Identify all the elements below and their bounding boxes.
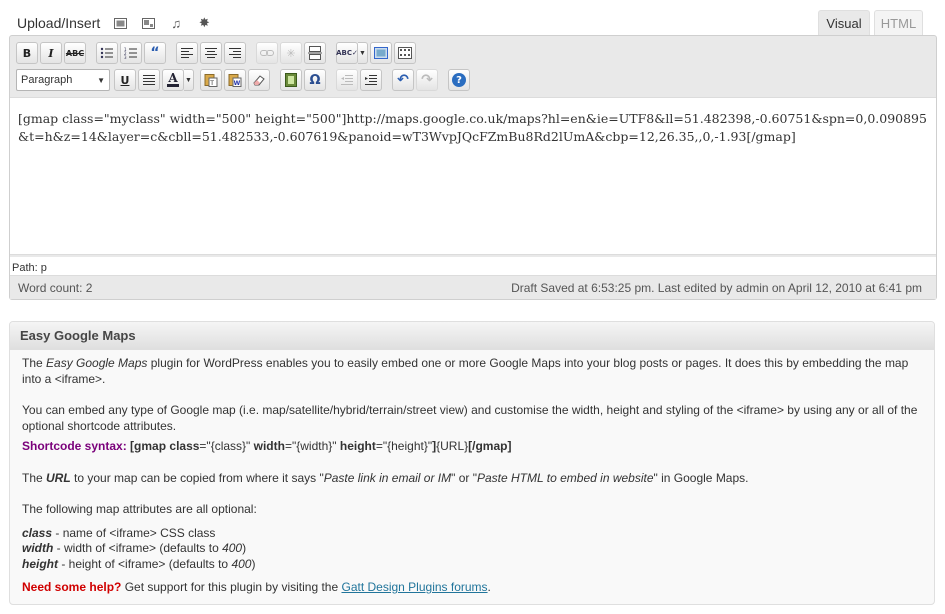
intro-paragraph: The Easy Google Maps plugin for WordPres… — [22, 356, 909, 386]
align-right-button[interactable] — [224, 42, 246, 64]
format-select-value: Paragraph — [21, 74, 73, 86]
clear-formatting-button[interactable] — [248, 69, 270, 91]
justify-button[interactable] — [138, 69, 160, 91]
embed-paragraph: You can embed any type of Google map (i.… — [22, 403, 918, 433]
svg-text:3: 3 — [124, 55, 127, 59]
special-character-button[interactable]: Ω — [304, 69, 326, 91]
paste-text-button[interactable]: T — [200, 69, 222, 91]
attribute-height: height - height of <iframe> (defaults to… — [22, 556, 256, 571]
visual-editor: B I ABC 123 “ ✳ ABC✓ ▼ Paragraph ▼ U A ▼… — [9, 35, 937, 300]
svg-text:T: T — [209, 80, 214, 87]
svg-text:W: W — [234, 80, 241, 87]
word-count: Word count: 2 — [18, 281, 93, 295]
chevron-down-icon: ▼ — [97, 75, 105, 85]
tab-visual[interactable]: Visual — [818, 10, 870, 36]
fullscreen-button[interactable] — [370, 42, 392, 64]
editor-content[interactable]: [gmap class="myclass" width="500" height… — [10, 97, 936, 255]
attributes-intro: The following map attributes are all opt… — [22, 502, 257, 516]
upload-insert-bar: Upload/Insert ♫ ✸ — [17, 13, 224, 33]
undo-button[interactable]: ↶ — [392, 69, 414, 91]
spellcheck-button[interactable]: ABC✓ — [336, 42, 358, 64]
text-color-button[interactable]: A — [162, 69, 184, 91]
add-image-icon[interactable] — [112, 15, 128, 31]
draft-status: Draft Saved at 6:53:25 pm. Last edited b… — [511, 281, 922, 295]
paste-word-button[interactable]: W — [224, 69, 246, 91]
toolbar-row-2: Paragraph ▼ U A ▼ T W Ω ↶ ↷ ? — [16, 69, 472, 91]
indent-button[interactable] — [360, 69, 382, 91]
help-paragraph: Need some help? Get support for this plu… — [22, 580, 491, 594]
help-icon: ? — [452, 73, 466, 87]
metabox-body: The Easy Google Maps plugin for WordPres… — [10, 350, 934, 602]
outdent-button[interactable] — [336, 69, 358, 91]
italic-button[interactable]: I — [40, 42, 62, 64]
bold-button[interactable]: B — [16, 42, 38, 64]
kitchen-sink-button[interactable] — [394, 42, 416, 64]
insert-more-tag-button[interactable] — [304, 42, 326, 64]
blockquote-button[interactable]: “ — [144, 42, 166, 64]
add-video-icon[interactable] — [140, 15, 156, 31]
easy-google-maps-metabox: Easy Google Maps The Easy Google Maps pl… — [9, 321, 935, 605]
spellcheck-dropdown-icon[interactable]: ▼ — [358, 42, 368, 64]
tab-html[interactable]: HTML — [874, 10, 923, 36]
text-color-dropdown-icon[interactable]: ▼ — [184, 69, 194, 91]
strikethrough-button[interactable]: ABC — [64, 42, 86, 64]
insert-link-button[interactable] — [256, 42, 278, 64]
toolbar-row-1: B I ABC 123 “ ✳ ABC✓ ▼ — [16, 42, 418, 64]
url-paragraph: The URL to your map can be copied from w… — [22, 470, 749, 485]
add-audio-icon[interactable]: ♫ — [168, 15, 184, 31]
metabox-title[interactable]: Easy Google Maps — [10, 322, 934, 350]
format-select[interactable]: Paragraph ▼ — [16, 69, 110, 91]
support-forum-link[interactable]: Gatt Design Plugins forums — [341, 580, 487, 594]
unlink-button[interactable]: ✳ — [280, 42, 302, 64]
align-left-button[interactable] — [176, 42, 198, 64]
editor-path: Path: p — [10, 257, 936, 276]
attribute-class: class - name of <iframe> CSS class — [22, 525, 216, 540]
upload-insert-label: Upload/Insert — [17, 15, 101, 31]
underline-button[interactable]: U — [114, 69, 136, 91]
add-media-icon[interactable]: ✸ — [196, 15, 212, 31]
attribute-width: width - width of <iframe> (defaults to 4… — [22, 541, 247, 555]
align-center-button[interactable] — [200, 42, 222, 64]
redo-button[interactable]: ↷ — [416, 69, 438, 91]
insert-media-button[interactable] — [280, 69, 302, 91]
bullet-list-button[interactable] — [96, 42, 118, 64]
editor-status-bar: Word count: 2 Draft Saved at 6:53:25 pm.… — [10, 277, 936, 299]
help-button[interactable]: ? — [448, 69, 470, 91]
numbered-list-button[interactable]: 123 — [120, 42, 142, 64]
shortcode-syntax: Shortcode syntax: [gmap class="{class}" … — [22, 439, 512, 453]
